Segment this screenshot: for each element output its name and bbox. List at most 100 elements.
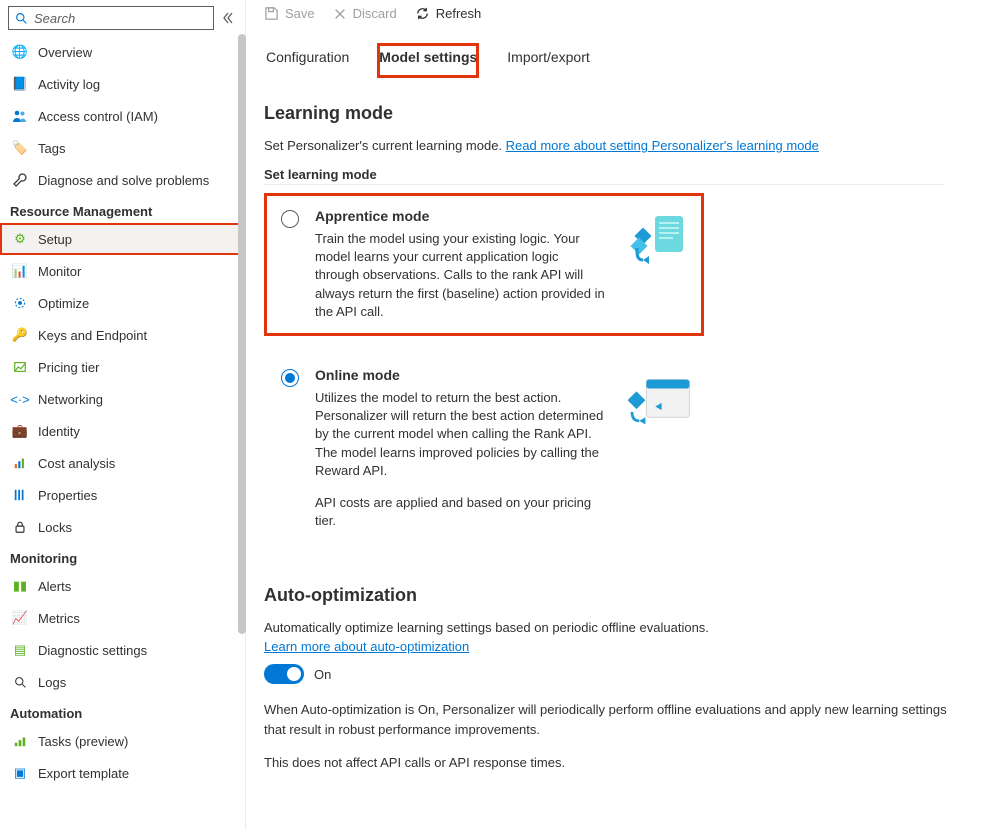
auto-opt-desc: Automatically optimize learning settings… (264, 620, 964, 635)
sidebar-nav: 🌐 Overview 📘 Activity log Access control… (0, 36, 245, 830)
sidebar-item-label: Networking (38, 392, 103, 407)
diagnostic-icon: ▤ (12, 642, 28, 658)
refresh-button[interactable]: Refresh (415, 6, 482, 21)
sidebar-item-export-template[interactable]: ▣ Export template (0, 757, 245, 789)
sidebar-item-label: Keys and Endpoint (38, 328, 147, 343)
learning-mode-desc-text: Set Personalizer's current learning mode… (264, 138, 506, 153)
sidebar-item-label: Setup (38, 232, 72, 247)
sidebar-item-label: Cost analysis (38, 456, 115, 471)
tab-model-settings[interactable]: Model settings (377, 43, 479, 78)
sidebar-item-monitor[interactable]: 📊 Monitor (0, 255, 245, 287)
sidebar-item-optimize[interactable]: Optimize (0, 287, 245, 319)
search-input[interactable] (34, 11, 210, 26)
online-title: Online mode (315, 367, 605, 383)
scrollbar-thumb[interactable] (238, 34, 246, 634)
sidebar-item-tags[interactable]: 🏷️ Tags (0, 132, 245, 164)
auto-opt-para2: This does not affect API calls or API re… (264, 753, 964, 773)
identity-icon: 💼 (12, 423, 28, 439)
sidebar-item-cost[interactable]: Cost analysis (0, 447, 245, 479)
properties-icon (12, 487, 28, 503)
tab-import-export[interactable]: Import/export (505, 43, 591, 78)
search-icon (15, 12, 28, 25)
people-icon (12, 108, 28, 124)
lock-icon (12, 519, 28, 535)
metrics-icon: 📈 (12, 610, 28, 626)
scrollbar-track[interactable] (238, 34, 246, 830)
sidebar-item-properties[interactable]: Properties (0, 479, 245, 511)
sidebar-item-label: Logs (38, 675, 66, 690)
discard-button[interactable]: Discard (333, 6, 397, 21)
wrench-icon (12, 172, 28, 188)
export-icon: ▣ (12, 765, 28, 781)
sidebar-item-diagnose[interactable]: Diagnose and solve problems (0, 164, 245, 196)
learning-mode-desc: Set Personalizer's current learning mode… (264, 138, 985, 153)
sidebar-item-label: Overview (38, 45, 92, 60)
search-box[interactable] (8, 6, 214, 30)
sidebar-item-identity[interactable]: 💼 Identity (0, 415, 245, 447)
globe-icon: 🌐 (12, 44, 28, 60)
sidebar-item-label: Export template (38, 766, 129, 781)
sidebar-item-tasks[interactable]: Tasks (preview) (0, 725, 245, 757)
apprentice-desc: Train the model using your existing logi… (315, 230, 605, 321)
save-icon (264, 6, 279, 21)
online-mode-card[interactable]: Online mode Utilizes the model to return… (264, 352, 704, 545)
auto-optimization-section: Auto-optimization Automatically optimize… (264, 561, 985, 787)
online-radio[interactable] (281, 369, 299, 387)
log-icon: 📘 (12, 76, 28, 92)
auto-opt-para1: When Auto-optimization is On, Personaliz… (264, 700, 964, 739)
sidebar-item-label: Diagnostic settings (38, 643, 147, 658)
sidebar-section-monitoring: Monitoring (0, 543, 245, 570)
auto-opt-toggle[interactable] (264, 664, 304, 684)
sidebar-item-locks[interactable]: Locks (0, 511, 245, 543)
learning-mode-link[interactable]: Read more about setting Personalizer's l… (506, 138, 819, 153)
refresh-icon (415, 6, 430, 21)
sidebar-item-networking[interactable]: <·> Networking (0, 383, 245, 415)
sidebar-item-pricing[interactable]: Pricing tier (0, 351, 245, 383)
cost-icon (12, 455, 28, 471)
auto-opt-toggle-label: On (314, 667, 331, 682)
auto-opt-link[interactable]: Learn more about auto-optimization (264, 639, 469, 654)
save-label: Save (285, 6, 315, 21)
network-icon: <·> (12, 391, 28, 407)
online-illustration (623, 367, 693, 437)
tab-configuration[interactable]: Configuration (264, 43, 351, 78)
sidebar-item-label: Tasks (preview) (38, 734, 128, 749)
optimize-icon (12, 295, 28, 311)
sidebar-item-setup[interactable]: ⚙ Setup (0, 223, 245, 255)
online-desc: Utilizes the model to return the best ac… (315, 389, 605, 480)
discard-label: Discard (353, 6, 397, 21)
collapse-sidebar-icon[interactable] (222, 12, 234, 24)
monitor-icon: 📊 (12, 263, 28, 279)
sidebar-item-label: Monitor (38, 264, 81, 279)
sidebar-item-keys[interactable]: 🔑 Keys and Endpoint (0, 319, 245, 351)
alerts-icon: ▮▮ (12, 578, 28, 594)
pricing-icon (12, 359, 28, 375)
set-learning-mode-label: Set learning mode (264, 167, 944, 185)
tag-icon: 🏷️ (12, 140, 28, 156)
sidebar-item-label: Identity (38, 424, 80, 439)
apprentice-radio[interactable] (281, 210, 299, 228)
sidebar-item-access-control[interactable]: Access control (IAM) (0, 100, 245, 132)
sidebar-item-metrics[interactable]: 📈 Metrics (0, 602, 245, 634)
gear-icon: ⚙ (12, 231, 28, 247)
key-icon: 🔑 (12, 327, 28, 343)
sidebar-item-label: Diagnose and solve problems (38, 173, 209, 188)
sidebar-item-label: Access control (IAM) (38, 109, 158, 124)
sidebar-item-label: Locks (38, 520, 72, 535)
apprentice-illustration (623, 208, 693, 278)
sidebar-item-logs[interactable]: Logs (0, 666, 245, 698)
sidebar-item-activity-log[interactable]: 📘 Activity log (0, 68, 245, 100)
sidebar-item-diagnostic-settings[interactable]: ▤ Diagnostic settings (0, 634, 245, 666)
save-button[interactable]: Save (264, 6, 315, 21)
discard-icon (333, 7, 347, 21)
apprentice-title: Apprentice mode (315, 208, 605, 224)
sidebar-section-automation: Automation (0, 698, 245, 725)
tasks-icon (12, 733, 28, 749)
learning-mode-heading: Learning mode (264, 103, 985, 124)
apprentice-mode-card[interactable]: Apprentice mode Train the model using yo… (264, 193, 704, 336)
refresh-label: Refresh (436, 6, 482, 21)
sidebar-section-resource-management: Resource Management (0, 196, 245, 223)
sidebar-item-label: Properties (38, 488, 97, 503)
sidebar-item-alerts[interactable]: ▮▮ Alerts (0, 570, 245, 602)
sidebar-item-overview[interactable]: 🌐 Overview (0, 36, 245, 68)
